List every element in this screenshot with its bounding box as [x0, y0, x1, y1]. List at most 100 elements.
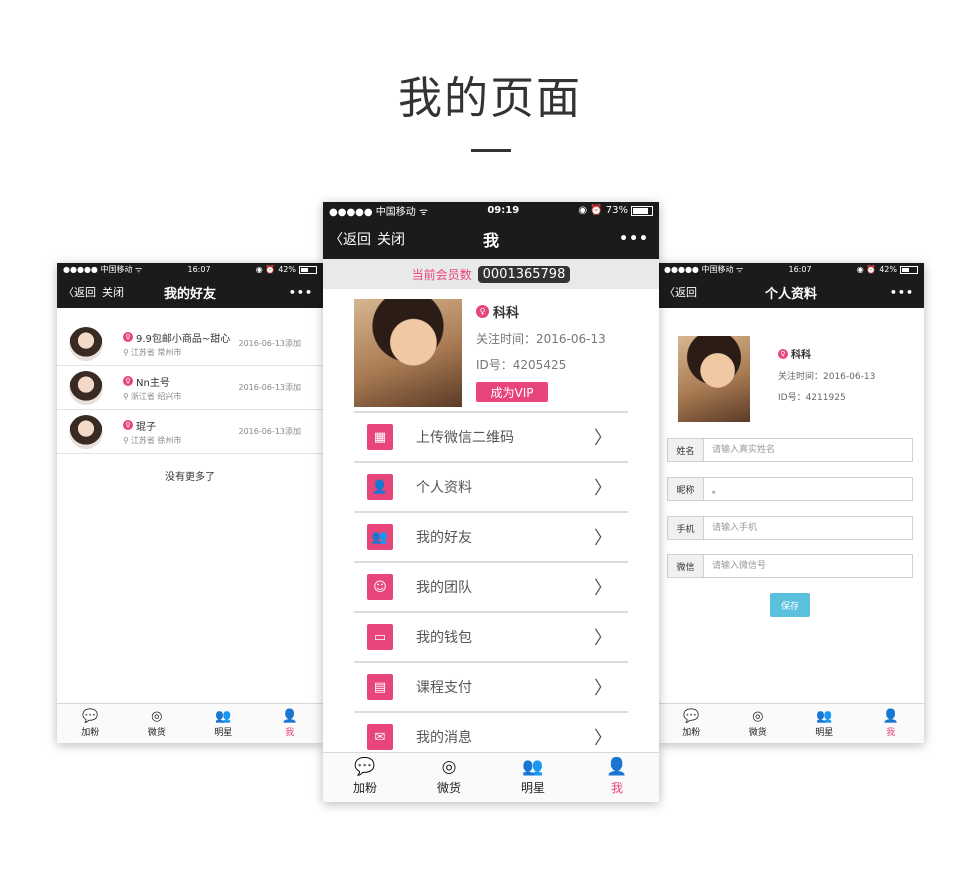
carrier: ●●●●● 中国移动 ᯤ [329, 207, 429, 218]
phone-input[interactable] [704, 517, 912, 539]
chevron-right-icon: 〉 [594, 578, 612, 599]
battery-percent: 42% [278, 265, 296, 274]
friend-name: 9.9包邮小商品~甜心 [136, 333, 231, 345]
follow-time: 关注时间：2016-06-13 [476, 332, 606, 346]
menu-item-course-payment[interactable]: ▤ 课程支付 〉 [354, 661, 628, 711]
nickname-input[interactable] [704, 478, 912, 500]
status-bar: ●●●●● 中国移动 ᯤ 09:19 ◉ ⏰ 73% [323, 202, 659, 219]
profile-screen: ●●●●● 中国移动 ᯤ 16:07 ◉ ⏰ 42% 〈返回 个人资料 ••• … [658, 263, 924, 743]
speech-bubble-icon: 💬 [354, 757, 376, 777]
gender-icon: ♀ [123, 376, 133, 386]
gender-icon: ♀ [123, 420, 133, 430]
tab-label: 微货 [748, 727, 767, 738]
tab-mingxing[interactable]: 👥 明星 [190, 704, 257, 743]
people-icon: 👥 [522, 757, 544, 777]
gender-icon: ♀ [123, 332, 133, 342]
tab-label: 微货 [436, 781, 461, 795]
friend-date: 2016-06-13添加 [238, 383, 302, 392]
tab-mingxing[interactable]: 👥 明星 [791, 704, 858, 743]
tab-jiafen[interactable]: 💬 加粉 [323, 753, 407, 802]
avatar [69, 326, 103, 361]
back-button[interactable]: 〈返回 [63, 284, 96, 300]
carrier: ●●●●● 中国移动 ᯤ [63, 265, 143, 274]
status-icons: ◉ ⏰ [578, 205, 603, 216]
tab-mingxing[interactable]: 👥 明星 [491, 753, 575, 802]
avatar [69, 370, 103, 405]
nickname-field: 昵称 [667, 477, 913, 501]
more-icon[interactable]: ••• [619, 231, 649, 247]
person-icon: 👤 [281, 708, 298, 724]
friends-screen: ●●●●● 中国移动 ᯤ 16:07 ◉ ⏰ 42% 〈返回 关闭 我的好友 •… [57, 263, 323, 743]
clock: 16:07 [788, 265, 812, 274]
menu-item-profile[interactable]: 👤 个人资料 〉 [354, 461, 628, 511]
friends-icon: 👥 [367, 524, 393, 550]
list-item[interactable]: ♀ 9.9包邮小商品~甜心 ⚲ 江苏省 常州市 2016-06-13添加 [57, 322, 323, 366]
close-button[interactable]: 关闭 [102, 284, 124, 300]
no-more-text: 没有更多了 [165, 472, 215, 483]
speech-bubble-icon: 💬 [82, 708, 99, 724]
tab-weihuo[interactable]: ◎ 微货 [407, 753, 491, 802]
qr-code-icon: ▦ [367, 424, 393, 450]
menu-item-upload-qr[interactable]: ▦ 上传微信二维码 〉 [354, 411, 628, 461]
battery-icon [299, 265, 317, 274]
tab-me[interactable]: 👤 我 [858, 704, 925, 743]
tab-label: 明星 [815, 727, 834, 738]
friend-date: 2016-06-13添加 [238, 427, 302, 436]
location-pin-icon: ⚲ [123, 347, 129, 357]
menu-label: 我的好友 [416, 530, 472, 546]
chevron-right-icon: 〉 [594, 728, 612, 749]
back-button[interactable]: 〈返回 [664, 284, 697, 300]
menu-label: 我的消息 [416, 730, 472, 746]
status-bar: ●●●●● 中国移动 ᯤ 16:07 ◉ ⏰ 42% [57, 263, 323, 276]
tab-me[interactable]: 👤 我 [257, 704, 324, 743]
list-item[interactable]: ♀ 琨子 ⚲ 江苏省 徐州市 2016-06-13添加 [57, 410, 323, 454]
profile-name: 科科 [791, 350, 811, 361]
tab-jiafen[interactable]: 💬 加粉 [57, 704, 124, 743]
tab-bar: 💬 加粉 ◎ 微货 👥 明星 👤 我 [658, 703, 924, 743]
tab-label: 我 [285, 727, 295, 738]
battery-icon [631, 205, 653, 216]
back-button[interactable]: 〈返回 [329, 229, 371, 249]
tab-label: 加粉 [682, 727, 701, 738]
chevron-right-icon: 〉 [594, 478, 612, 499]
profile-card: ♀ 科科 关注时间：2016-06-13 ID号：4205425 成为VIP [323, 289, 659, 411]
menu-item-friends[interactable]: 👥 我的好友 〉 [354, 511, 628, 561]
person-icon: 👤 [606, 757, 628, 777]
team-icon: ☺ [367, 574, 393, 600]
become-vip-button[interactable]: 成为VIP [476, 382, 548, 402]
name-field: 姓名 [667, 438, 913, 462]
field-label: 微信 [668, 555, 704, 577]
compass-icon: ◎ [441, 757, 457, 777]
list-item[interactable]: ♀ Nn主号 ⚲ 浙江省 绍兴市 2016-06-13添加 [57, 366, 323, 410]
nav-bar: 〈返回 关闭 我 ••• [323, 219, 659, 259]
wechat-input[interactable] [704, 555, 912, 577]
gender-icon: ♀ [778, 348, 788, 359]
nav-bar: 〈返回 个人资料 ••• [658, 276, 924, 308]
page: 我的页面 ●●●●● 中国移动 ᯤ 16:07 ◉ ⏰ 42% 〈返回 关闭 我… [0, 0, 980, 888]
tab-me[interactable]: 👤 我 [575, 753, 659, 802]
card-icon: ▤ [367, 674, 393, 700]
title-divider [471, 149, 511, 152]
more-icon[interactable]: ••• [289, 286, 313, 299]
tab-label: 明星 [214, 727, 233, 738]
more-icon[interactable]: ••• [890, 286, 914, 299]
user-id: ID号：4205425 [476, 358, 567, 372]
save-button[interactable]: 保存 [770, 593, 810, 617]
menu-item-team[interactable]: ☺ 我的团队 〉 [354, 561, 628, 611]
people-icon: 👥 [816, 708, 833, 724]
clock: 16:07 [187, 265, 211, 274]
menu-label: 课程支付 [416, 680, 472, 696]
tab-label: 加粉 [81, 727, 100, 738]
chevron-right-icon: 〉 [594, 628, 612, 649]
profile-name: 科科 [493, 306, 520, 321]
wechat-field: 微信 [667, 554, 913, 578]
menu-label: 我的团队 [416, 580, 472, 596]
name-input[interactable] [704, 439, 912, 461]
wallet-icon: ▭ [367, 624, 393, 650]
menu-item-wallet[interactable]: ▭ 我的钱包 〉 [354, 611, 628, 661]
tab-jiafen[interactable]: 💬 加粉 [658, 704, 725, 743]
tab-weihuo[interactable]: ◎ 微货 [725, 704, 792, 743]
close-button[interactable]: 关闭 [377, 229, 405, 249]
people-icon: 👥 [215, 708, 232, 724]
tab-weihuo[interactable]: ◎ 微货 [124, 704, 191, 743]
